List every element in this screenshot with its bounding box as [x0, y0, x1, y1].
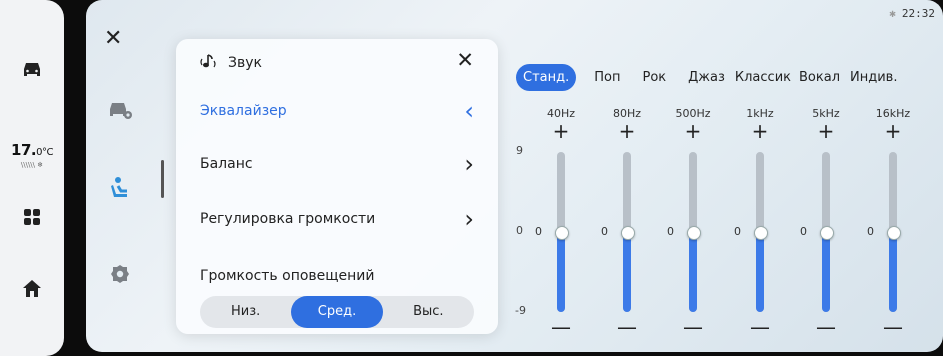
band-value-label: 0	[667, 225, 674, 238]
band-slider-knob[interactable]	[887, 226, 901, 240]
left-rail: 17.0°C \\\\\\ ❄	[0, 0, 64, 356]
band-slider-fill	[822, 232, 830, 312]
band-value-label: 0	[800, 225, 807, 238]
band-increase-button[interactable]: +	[607, 121, 647, 141]
temperature-display[interactable]: 17.0°C \\\\\\ ❄	[0, 138, 64, 172]
band-increase-button[interactable]: +	[873, 121, 913, 141]
band-value-label: 0	[734, 225, 741, 238]
band-value-label: 0	[601, 225, 608, 238]
band-slider-fill	[756, 232, 764, 312]
band-slider-fill	[557, 232, 565, 312]
main-area: ✕ ✱ 22:32 Звук ✕ Эквалайзер ‹ Баланс › Ре…	[86, 0, 943, 352]
band-slider-knob[interactable]	[820, 226, 834, 240]
temperature-value: 17.0°C	[11, 141, 53, 159]
band-increase-button[interactable]: +	[806, 121, 846, 141]
scale-zero-label: 0	[516, 224, 523, 237]
band-increase-button[interactable]: +	[740, 121, 780, 141]
band-increase-button[interactable]: +	[541, 121, 581, 141]
equalizer: 9 0 -9 40Hz +0—80Hz +0—500Hz +0—1kHz +0—5kHz…	[86, 0, 943, 352]
band-decrease-button[interactable]: —	[873, 317, 913, 337]
band-slider-knob[interactable]	[687, 226, 701, 240]
band-decrease-button[interactable]: —	[806, 317, 846, 337]
apps-grid-icon[interactable]	[0, 205, 64, 229]
band-decrease-button[interactable]: —	[740, 317, 780, 337]
car-icon[interactable]	[0, 55, 64, 85]
band-slider-fill	[689, 232, 697, 312]
scale-min-label: -9	[515, 304, 526, 317]
home-icon[interactable]	[0, 276, 64, 300]
band-value-label: 0	[535, 225, 542, 238]
band-increase-button[interactable]: +	[673, 121, 713, 141]
band-decrease-button[interactable]: —	[673, 317, 713, 337]
scale-max-label: 9	[516, 144, 523, 157]
band-slider-knob[interactable]	[621, 226, 635, 240]
band-slider-fill	[889, 232, 897, 312]
band-value-label: 0	[867, 225, 874, 238]
band-slider-fill	[623, 232, 631, 312]
band-decrease-button[interactable]: —	[607, 317, 647, 337]
band-decrease-button[interactable]: —	[541, 317, 581, 337]
fan-indicator: \\\\\\ ❄	[20, 161, 44, 169]
band-slider-knob[interactable]	[754, 226, 768, 240]
band-slider-knob[interactable]	[555, 226, 569, 240]
